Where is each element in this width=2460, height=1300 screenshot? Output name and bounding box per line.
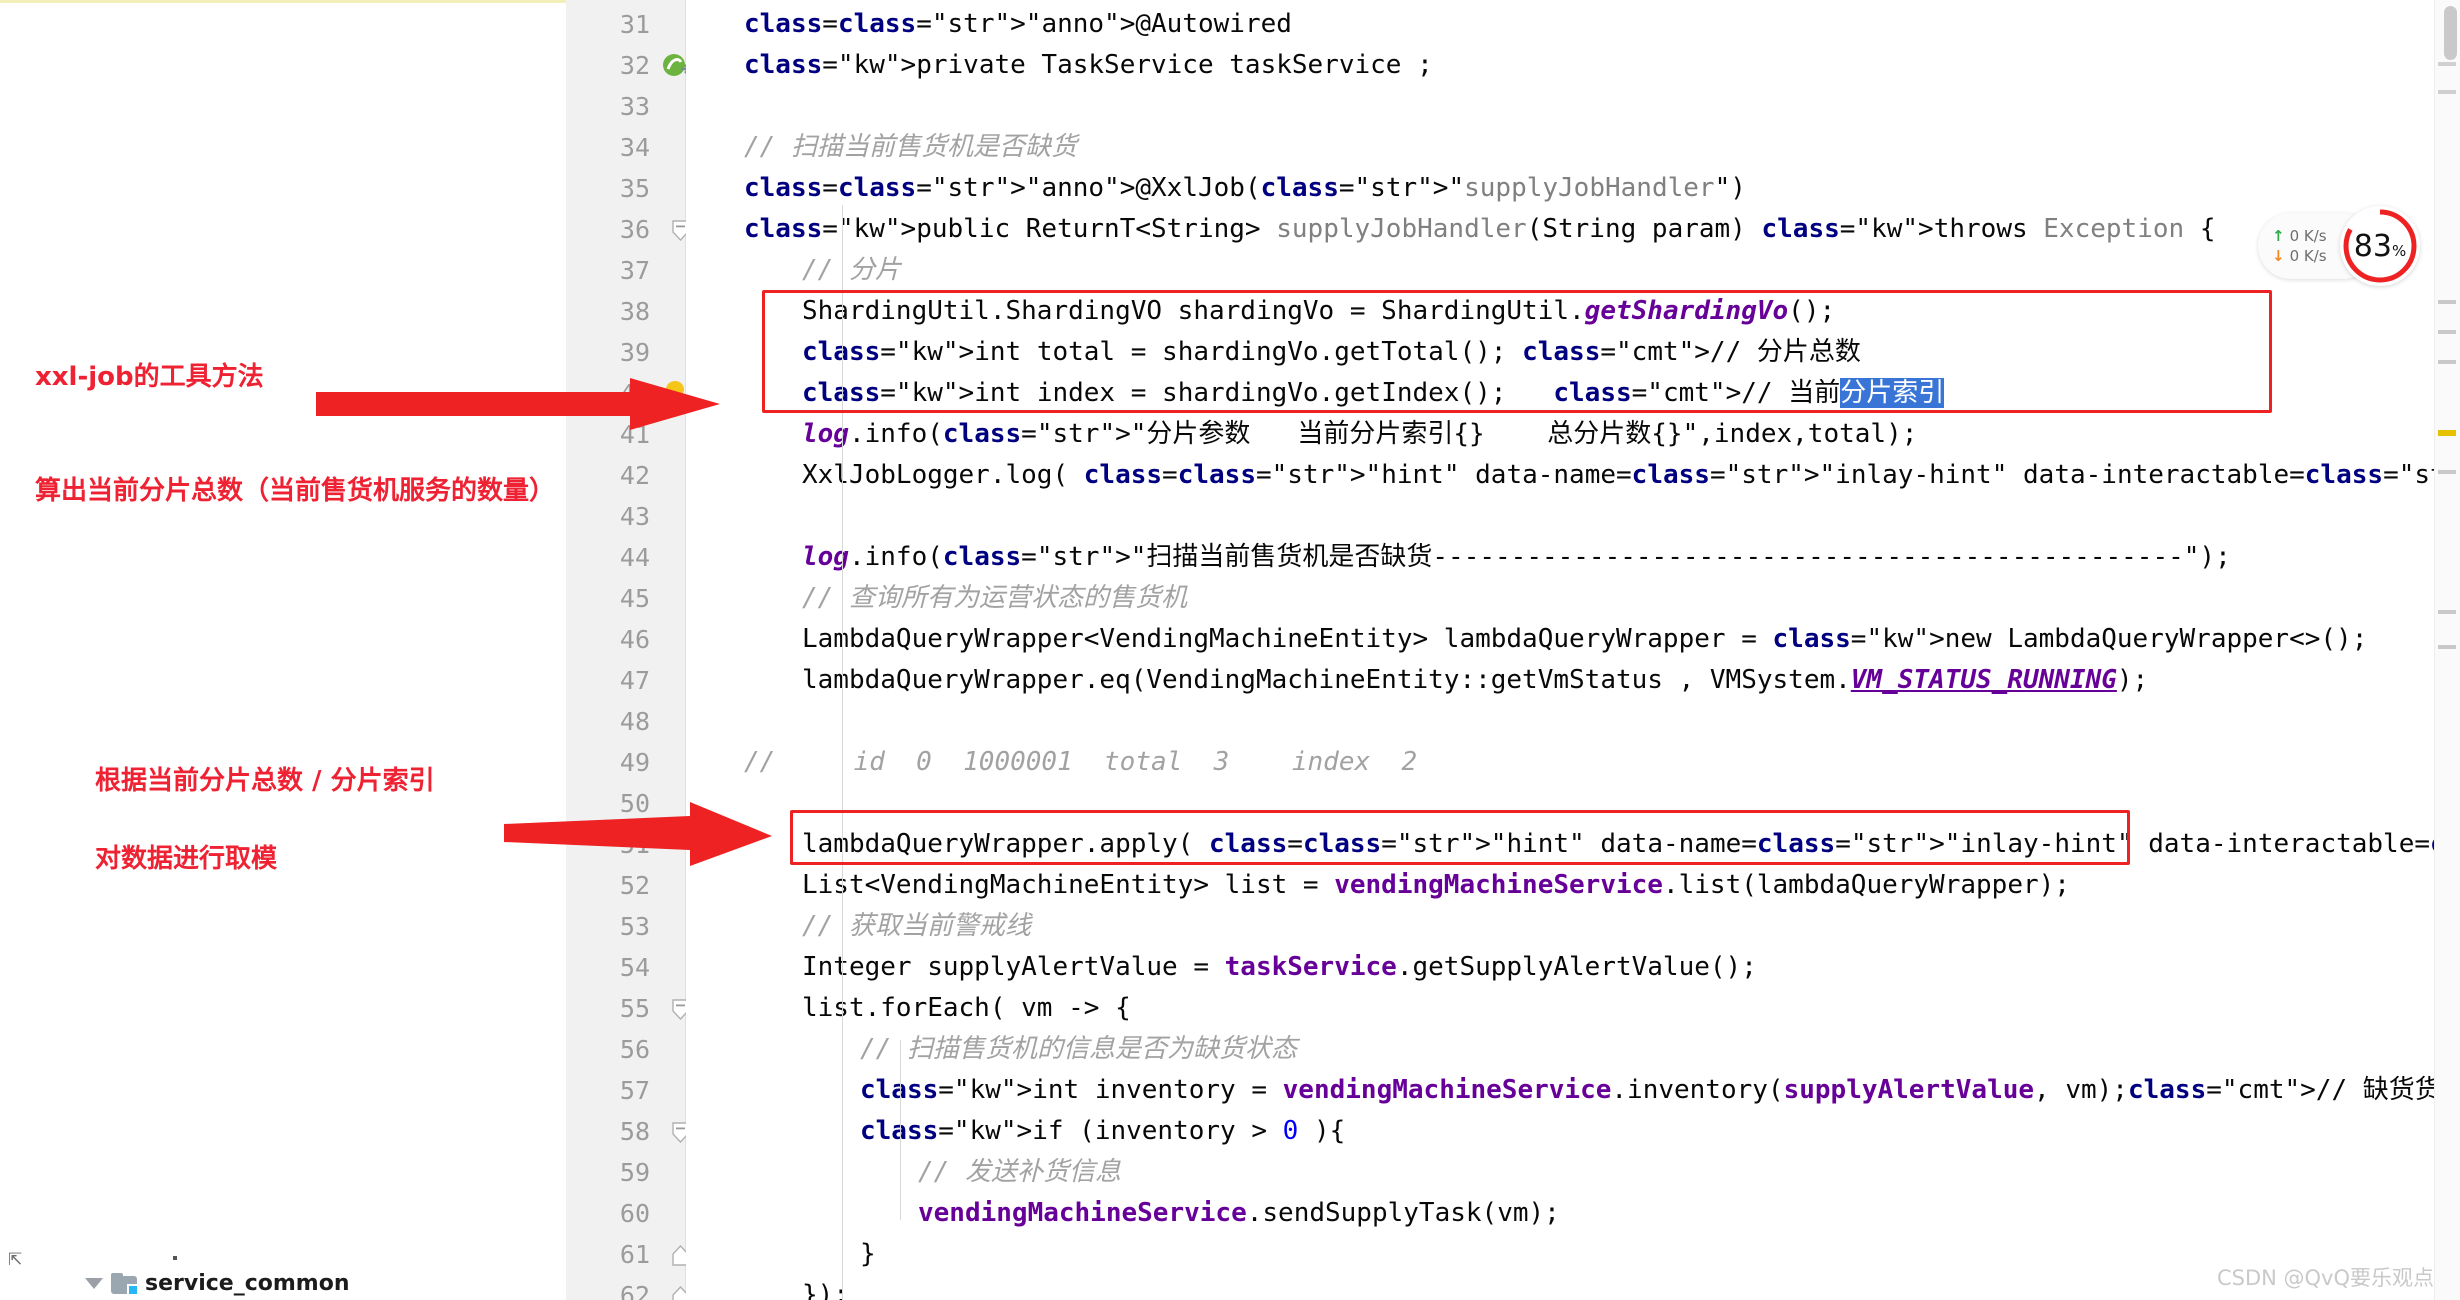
scrollbar-marker[interactable]: [2438, 470, 2456, 474]
line-number: 49: [619, 748, 650, 777]
code-line[interactable]: class="kw">if (inventory > 0 ){: [860, 1111, 1345, 1152]
tree-item-label: service_common: [145, 1271, 350, 1296]
code-line[interactable]: // 获取当前警戒线: [802, 906, 1031, 947]
code-line[interactable]: // 扫描当前售货机是否缺货: [744, 127, 1077, 168]
chevron-down-icon[interactable]: [85, 1278, 103, 1289]
annotation-shard-total-index: 根据当前分片总数 / 分片索引: [95, 766, 435, 796]
code-line[interactable]: XxlJobLogger.log( class=class="str">"hin…: [802, 455, 2460, 496]
ide-window: ⇱ service_common 31323334353637383940414…: [0, 0, 2460, 1300]
scrollbar-marker[interactable]: [2438, 610, 2456, 614]
code-line[interactable]: class="kw">private TaskService taskServi…: [744, 45, 1433, 86]
scrollbar-marker[interactable]: [2438, 330, 2456, 334]
line-number: 43: [619, 502, 650, 531]
code-line[interactable]: }: [860, 1234, 876, 1275]
arrow-to-apply-box: [504, 802, 772, 866]
code-editor[interactable]: class=class="str">"anno">@Autowired class…: [686, 0, 2460, 1300]
code-line[interactable]: LambdaQueryWrapper<VendingMachineEntity>…: [802, 619, 2367, 660]
code-line[interactable]: list.forEach( vm -> {: [802, 988, 1131, 1029]
scrollbar-marker[interactable]: [2438, 62, 2456, 66]
line-number: 46: [619, 625, 650, 654]
code-line[interactable]: class="kw">int total = shardingVo.getTot…: [802, 332, 1861, 373]
line-number: 42: [619, 461, 650, 490]
code-line[interactable]: log.info(class="str">"分片参数 当前分片索引{} 总分片数…: [802, 414, 1917, 455]
line-number: 34: [619, 133, 650, 162]
line-number: 61: [619, 1240, 650, 1269]
scrollbar-warning-marker[interactable]: [2438, 430, 2456, 436]
line-number: 58: [619, 1117, 650, 1146]
code-line[interactable]: lambdaQueryWrapper.apply( class=class="s…: [802, 824, 2460, 865]
code-line[interactable]: lambdaQueryWrapper.eq(VendingMachineEnti…: [802, 660, 2148, 701]
download-speed-value: 0 K/s: [2289, 247, 2327, 265]
code-line[interactable]: // 发送补货信息: [918, 1152, 1121, 1193]
line-number: 60: [619, 1199, 650, 1228]
folder-icon: [111, 1273, 139, 1296]
line-number: 31: [619, 10, 650, 39]
annotation-modulo: 对数据进行取模: [95, 844, 278, 874]
scrollbar-marker[interactable]: [2438, 360, 2456, 364]
line-number: 62: [619, 1281, 650, 1300]
line-number: 32: [619, 51, 650, 80]
scrollbar-marker[interactable]: [2438, 90, 2456, 94]
code-line[interactable]: // id 0 1000001 total 3 index 2: [744, 742, 1417, 783]
arrow-up-icon: ↑: [2272, 227, 2285, 245]
line-number: 53: [619, 912, 650, 941]
line-number: 37: [619, 256, 650, 285]
code-line[interactable]: class="kw">public ReturnT<String> supply…: [744, 209, 2215, 250]
scrollbar-marker[interactable]: [2438, 645, 2456, 649]
code-line[interactable]: // 分片: [802, 250, 901, 291]
code-line[interactable]: log.info(class="str">"扫描当前售货机是否缺货-------…: [802, 537, 2231, 578]
line-number: 52: [619, 871, 650, 900]
editor-scrollbar[interactable]: [2434, 0, 2460, 1300]
code-line[interactable]: class=class="str">"anno">@Autowired: [744, 4, 1292, 45]
code-line[interactable]: vendingMachineService.sendSupplyTask(vm)…: [918, 1193, 1560, 1234]
arrow-to-sharding-box: [316, 378, 720, 430]
code-line[interactable]: // 扫描售货机的信息是否为缺货状态: [860, 1029, 1297, 1070]
watermark: CSDN @QvQ要乐观点: [2216, 1266, 2434, 1290]
cpu-usage-value: 83%: [2353, 228, 2407, 264]
indent-guide: [900, 1040, 901, 1220]
code-line[interactable]: List<VendingMachineEntity> list = vendin…: [802, 865, 2070, 906]
code-line[interactable]: ShardingUtil.ShardingVO shardingVo = Sha…: [802, 291, 1835, 332]
project-tool-window[interactable]: ⇱ service_common: [0, 0, 566, 1300]
line-number: 57: [619, 1076, 650, 1105]
line-number: 54: [619, 953, 650, 982]
arrow-down-icon: ↓: [2272, 247, 2285, 265]
line-number: 56: [619, 1035, 650, 1064]
code-line[interactable]: class="kw">int inventory = vendingMachin…: [860, 1070, 2460, 1111]
line-number: 44: [619, 543, 650, 572]
line-number: 36: [619, 215, 650, 244]
line-number: 35: [619, 174, 650, 203]
upload-speed-value: 0 K/s: [2289, 227, 2327, 245]
scrollbar-thumb[interactable]: [2444, 6, 2457, 60]
code-line[interactable]: class=class="str">"anno">@XxlJob(class="…: [744, 168, 1746, 209]
line-number: 48: [619, 707, 650, 736]
line-number: 45: [619, 584, 650, 613]
scrollbar-marker[interactable]: [2438, 300, 2456, 304]
line-number: 55: [619, 994, 650, 1023]
indent-guide: [842, 205, 843, 1300]
structure-toggle-icon[interactable]: ⇱: [8, 1250, 22, 1270]
cpu-usage-widget[interactable]: 83%: [2340, 206, 2420, 286]
tree-item-service-common[interactable]: service_common: [85, 1271, 350, 1296]
line-number: 59: [619, 1158, 650, 1187]
line-number: 39: [619, 338, 650, 367]
code-line[interactable]: Integer supplyAlertValue = taskService.g…: [802, 947, 1757, 988]
text-selection: 分片索引: [1840, 378, 1945, 408]
code-line[interactable]: // 查询所有为运营状态的售货机: [802, 578, 1187, 619]
line-number: 38: [619, 297, 650, 326]
line-number: 33: [619, 92, 650, 121]
tree-dot-marker: [173, 1256, 177, 1260]
code-line[interactable]: class="kw">int index = shardingVo.getInd…: [802, 373, 1945, 414]
line-number: 47: [619, 666, 650, 695]
